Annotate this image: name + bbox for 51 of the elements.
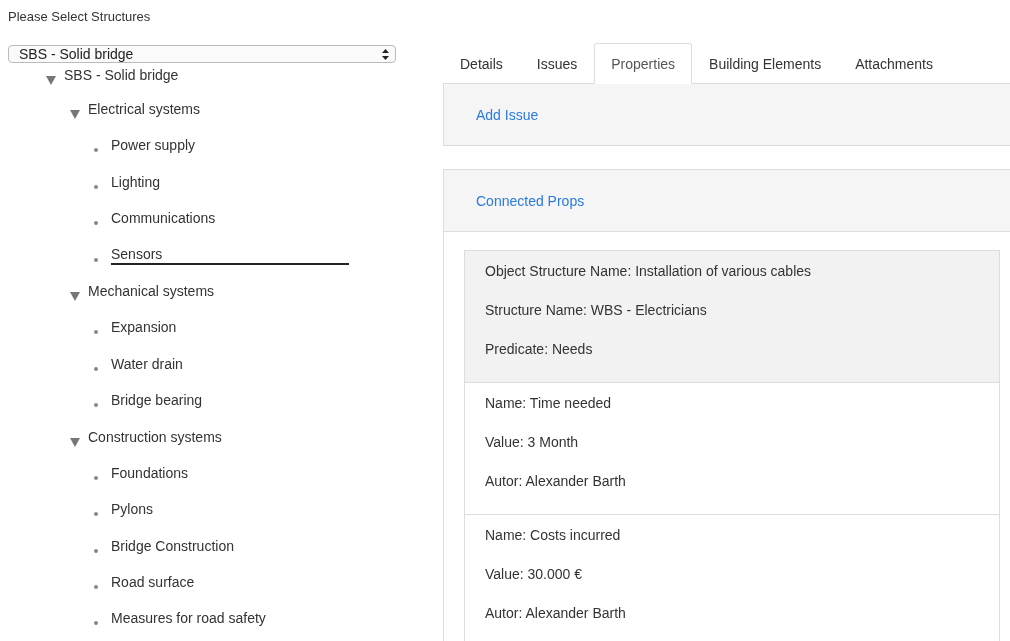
heading: Please Select Structures [8, 9, 152, 25]
prop-text: Name: Time needed [485, 394, 613, 413]
tree-item[interactable]: Road surface [111, 572, 195, 593]
prop-text: Name: Costs incurred [485, 526, 622, 545]
tab[interactable]: Issues [519, 43, 595, 84]
tab[interactable]: Attachments [838, 43, 950, 84]
bullet-icon [94, 403, 98, 408]
bullet-icon [94, 366, 98, 371]
prop-text: Object Structure Name: Installation of various cables [485, 262, 813, 281]
tree-item[interactable]: Bridge Construction [111, 535, 234, 556]
bullet-icon [94, 512, 98, 517]
bullet-icon [94, 257, 98, 262]
connected-props-link[interactable]: Connected Props [476, 192, 585, 209]
tab[interactable]: Properties [594, 43, 693, 84]
expanded-triangle-icon[interactable] [70, 437, 80, 447]
tree-item[interactable]: Expansion [111, 317, 177, 338]
tree-item[interactable]: Foundations [111, 462, 189, 483]
tree-item[interactable]: Bridge bearing [111, 390, 203, 411]
bullet-icon [94, 221, 98, 226]
tree-item[interactable]: Water drain [111, 353, 183, 374]
tree-item[interactable]: Measures for road safety [111, 608, 266, 629]
tree-item[interactable]: Mechanical systems [88, 280, 215, 301]
expanded-triangle-icon[interactable] [70, 291, 80, 301]
expanded-triangle-icon[interactable] [46, 76, 56, 85]
tree-item[interactable]: Sensors [111, 244, 349, 265]
bullet-icon [94, 184, 98, 189]
prop-text: Value: 30.000 € [485, 565, 584, 584]
prop-text: Value: 3 Month [485, 433, 580, 452]
tab[interactable]: Building Elements [692, 43, 839, 84]
prop-text: Predicate: Needs [485, 340, 594, 359]
bullet-icon [94, 621, 98, 626]
tree-item[interactable]: Electrical systems [88, 99, 201, 119]
tree-item[interactable]: Communications [111, 208, 216, 229]
tree-item[interactable]: Power supply [111, 135, 196, 156]
bullet-icon [94, 148, 98, 153]
add-issue-link[interactable]: Add Issue [476, 106, 539, 123]
bullet-icon [94, 585, 98, 590]
prop-text: Autor: Alexander Barth [485, 604, 627, 623]
tree-item[interactable]: Lighting [111, 171, 161, 192]
structure-select[interactable]: SBS - Solid bridge [8, 45, 396, 63]
bullet-icon [94, 548, 98, 553]
bullet-icon [94, 330, 98, 335]
tree-item[interactable]: Pylons [111, 499, 154, 520]
expanded-triangle-icon[interactable] [70, 110, 80, 119]
tab[interactable]: Details [443, 43, 520, 84]
tree-item[interactable]: SBS - Solid bridge [64, 65, 179, 85]
prop-text: Structure Name: WBS - Electricians [485, 301, 708, 320]
prop-text: Autor: Alexander Barth [485, 472, 627, 491]
bullet-icon [94, 475, 98, 480]
updown-icon [382, 48, 389, 60]
tree-item[interactable]: Construction systems [88, 426, 222, 447]
